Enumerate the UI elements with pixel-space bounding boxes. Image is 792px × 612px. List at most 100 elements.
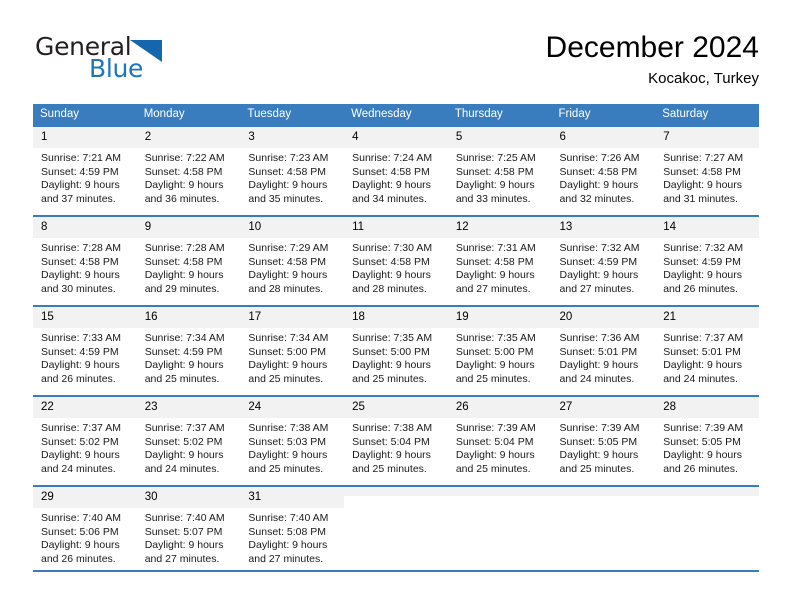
day-sunrise-text: Sunrise: 7:26 AM [559, 152, 640, 164]
day-sunrise-text: Sunrise: 7:25 AM [455, 152, 536, 164]
day-number: 9 [136, 217, 241, 238]
calendar-day-cell[interactable]: 28 Sunrise: 7:39 AM Sunset: 5:05 PM Dayligh… [655, 395, 759, 486]
day-sun-info: Sunrise: 7:39 AM Sunset: 5:05 PM Daylight:… [552, 418, 656, 476]
day-sun-info: Sunrise: 7:30 AM Sunset: 4:58 PM Daylight:… [344, 238, 448, 296]
day-sunrise-text: Sunrise: 7:36 AM [559, 332, 640, 344]
day-sunset-text: Sunset: 5:04 PM [455, 435, 534, 448]
calendar-day-cell[interactable]: 20 Sunrise: 7:36 AM Sunset: 5:01 PM Dayligh… [551, 305, 656, 396]
day-sun-info: Sunrise: 7:34 AM Sunset: 4:59 PM Daylight:… [137, 328, 241, 386]
calendar-day-cell[interactable]: 25 Sunrise: 7:38 AM Sunset: 5:04 PM Dayligh… [344, 395, 448, 486]
day-cell-body: 11 Sunrise: 7:30 AM Sunset: 4:58 PM Dayligh… [344, 217, 448, 305]
day-daylight-line2-text: and 24 minutes. [663, 372, 738, 385]
day-sunset-text: Sunset: 5:03 PM [248, 435, 327, 448]
calendar-day-cell[interactable]: 6 Sunrise: 7:26 AM Sunset: 4:58 PM Daylight… [551, 125, 656, 216]
calendar-day-cell[interactable]: 1 Sunrise: 7:21 AM Sunset: 4:59 PM Daylight… [33, 125, 137, 216]
calendar-day-cell[interactable]: 10 Sunrise: 7:29 AM Sunset: 4:58 PM Dayligh… [240, 215, 345, 306]
day-daylight-line2-text: and 25 minutes. [248, 372, 324, 385]
day-sunrise-text: Sunrise: 7:34 AM [248, 332, 329, 344]
day-number: 15 [33, 307, 137, 328]
day-number: 30 [136, 487, 241, 508]
day-sunrise-text: Sunrise: 7:23 AM [248, 152, 329, 164]
day-daylight-line2-text: and 30 minutes. [41, 282, 116, 295]
day-cell-body: 1 Sunrise: 7:21 AM Sunset: 4:59 PM Daylight… [33, 127, 137, 215]
day-sun-info: Sunrise: 7:40 AM Sunset: 5:07 PM Daylight:… [137, 508, 241, 566]
calendar-day-cell[interactable]: 30 Sunrise: 7:40 AM Sunset: 5:07 PM Dayligh… [136, 485, 241, 572]
day-daylight-line1-text: Daylight: 9 hours [144, 179, 224, 192]
day-daylight-line2-text: and 36 minutes. [144, 192, 220, 205]
day-number: 19 [447, 307, 552, 328]
day-daylight-line2-text: and 25 minutes. [144, 372, 220, 385]
day-sunset-text: Sunset: 4:58 PM [455, 255, 534, 268]
day-daylight-line2-text: and 24 minutes. [41, 462, 116, 475]
day-number: 18 [344, 307, 448, 328]
day-sunrise-text: Sunrise: 7:39 AM [559, 422, 640, 434]
day-daylight-line2-text: and 24 minutes. [559, 372, 635, 385]
day-number: 3 [240, 127, 345, 148]
general-blue-logo[interactable]: General Blue [33, 30, 263, 92]
calendar-day-cell[interactable]: 21 Sunrise: 7:37 AM Sunset: 5:01 PM Dayligh… [655, 305, 759, 396]
day-sunset-text: Sunset: 5:05 PM [663, 435, 741, 448]
day-sun-info: Sunrise: 7:32 AM Sunset: 4:59 PM Daylight:… [552, 238, 656, 296]
day-sunrise-text: Sunrise: 7:28 AM [41, 242, 121, 254]
calendar-empty-cell [344, 485, 448, 572]
calendar-day-cell[interactable]: 26 Sunrise: 7:39 AM Sunset: 5:04 PM Dayligh… [447, 395, 552, 486]
calendar-day-cell[interactable]: 29 Sunrise: 7:40 AM Sunset: 5:06 PM Dayligh… [33, 485, 137, 572]
calendar-day-cell[interactable]: 3 Sunrise: 7:23 AM Sunset: 4:58 PM Daylight… [240, 125, 345, 216]
day-sun-info: Sunrise: 7:34 AM Sunset: 5:00 PM Daylight:… [240, 328, 344, 386]
day-number: 11 [344, 217, 448, 238]
calendar-day-cell[interactable]: 14 Sunrise: 7:32 AM Sunset: 4:59 PM Dayligh… [655, 215, 759, 306]
calendar-day-cell[interactable]: 18 Sunrise: 7:35 AM Sunset: 5:00 PM Dayligh… [344, 305, 448, 396]
day-sunrise-text: Sunrise: 7:31 AM [455, 242, 536, 254]
day-sunset-text: Sunset: 4:58 PM [352, 255, 430, 268]
day-number [655, 487, 759, 496]
day-daylight-line2-text: and 35 minutes. [248, 192, 324, 205]
calendar-day-cell[interactable]: 13 Sunrise: 7:32 AM Sunset: 4:59 PM Dayligh… [551, 215, 656, 306]
day-sunrise-text: Sunrise: 7:40 AM [248, 512, 329, 524]
calendar-day-cell[interactable]: 17 Sunrise: 7:34 AM Sunset: 5:00 PM Dayligh… [240, 305, 345, 396]
day-cell-body: 13 Sunrise: 7:32 AM Sunset: 4:59 PM Dayligh… [551, 217, 656, 305]
day-cell-body: 28 Sunrise: 7:39 AM Sunset: 5:05 PM Dayligh… [655, 397, 759, 485]
day-daylight-line2-text: and 28 minutes. [248, 282, 324, 295]
calendar-day-cell[interactable]: 7 Sunrise: 7:27 AM Sunset: 4:58 PM Daylight… [655, 125, 759, 216]
calendar-day-cell[interactable]: 8 Sunrise: 7:28 AM Sunset: 4:58 PM Daylight… [33, 215, 137, 306]
day-sun-info: Sunrise: 7:35 AM Sunset: 5:00 PM Daylight:… [344, 328, 448, 386]
day-daylight-line1-text: Daylight: 9 hours [559, 359, 639, 372]
day-daylight-line2-text: and 26 minutes. [41, 552, 116, 565]
day-daylight-line1-text: Daylight: 9 hours [455, 359, 535, 372]
calendar-day-cell[interactable]: 9 Sunrise: 7:28 AM Sunset: 4:58 PM Daylight… [136, 215, 241, 306]
calendar-day-cell[interactable]: 2 Sunrise: 7:22 AM Sunset: 4:58 PM Daylight… [136, 125, 241, 216]
calendar-day-cell[interactable]: 23 Sunrise: 7:37 AM Sunset: 5:02 PM Dayligh… [136, 395, 241, 486]
day-number: 25 [344, 397, 448, 418]
day-daylight-line1-text: Daylight: 9 hours [41, 449, 120, 462]
day-sunrise-text: Sunrise: 7:38 AM [248, 422, 329, 434]
day-sunset-text: Sunset: 4:59 PM [41, 165, 119, 178]
calendar-day-cell[interactable]: 31 Sunrise: 7:40 AM Sunset: 5:08 PM Dayligh… [240, 485, 345, 572]
day-sunset-text: Sunset: 4:59 PM [559, 255, 638, 268]
calendar-day-cell[interactable]: 27 Sunrise: 7:39 AM Sunset: 5:05 PM Dayligh… [551, 395, 656, 486]
calendar-day-cell[interactable]: 5 Sunrise: 7:25 AM Sunset: 4:58 PM Daylight… [447, 125, 552, 216]
day-sunset-text: Sunset: 4:58 PM [41, 255, 119, 268]
calendar-day-cell[interactable]: 4 Sunrise: 7:24 AM Sunset: 4:58 PM Daylight… [344, 125, 448, 216]
day-daylight-line1-text: Daylight: 9 hours [144, 359, 224, 372]
calendar-day-cell[interactable]: 12 Sunrise: 7:31 AM Sunset: 4:58 PM Dayligh… [447, 215, 552, 306]
day-sunrise-text: Sunrise: 7:30 AM [352, 242, 433, 254]
day-daylight-line1-text: Daylight: 9 hours [455, 269, 535, 282]
day-sunrise-text: Sunrise: 7:32 AM [663, 242, 744, 254]
calendar-day-cell[interactable]: 16 Sunrise: 7:34 AM Sunset: 4:59 PM Dayligh… [136, 305, 241, 396]
day-number: 8 [33, 217, 137, 238]
calendar-day-cell[interactable]: 24 Sunrise: 7:38 AM Sunset: 5:03 PM Dayligh… [240, 395, 345, 486]
calendar-day-cell[interactable]: 11 Sunrise: 7:30 AM Sunset: 4:58 PM Dayligh… [344, 215, 448, 306]
day-sun-info: Sunrise: 7:28 AM Sunset: 4:58 PM Daylight:… [33, 238, 137, 296]
day-number [551, 487, 656, 496]
day-cell-body: 10 Sunrise: 7:29 AM Sunset: 4:58 PM Dayligh… [240, 217, 345, 305]
logo-text-blue: Blue [89, 54, 144, 83]
day-sun-info: Sunrise: 7:29 AM Sunset: 4:58 PM Daylight:… [240, 238, 344, 296]
calendar-day-cell[interactable]: 15 Sunrise: 7:33 AM Sunset: 4:59 PM Dayligh… [33, 305, 137, 396]
day-cell-body: 8 Sunrise: 7:28 AM Sunset: 4:58 PM Daylight… [33, 217, 137, 305]
calendar-day-cell[interactable]: 22 Sunrise: 7:37 AM Sunset: 5:02 PM Dayligh… [33, 395, 137, 486]
calendar-day-cell[interactable]: 19 Sunrise: 7:35 AM Sunset: 5:00 PM Dayligh… [447, 305, 552, 396]
day-number: 1 [33, 127, 137, 148]
day-sun-info: Sunrise: 7:35 AM Sunset: 5:00 PM Daylight:… [448, 328, 552, 386]
day-number: 14 [655, 217, 759, 238]
day-sunset-text: Sunset: 5:00 PM [248, 345, 327, 358]
